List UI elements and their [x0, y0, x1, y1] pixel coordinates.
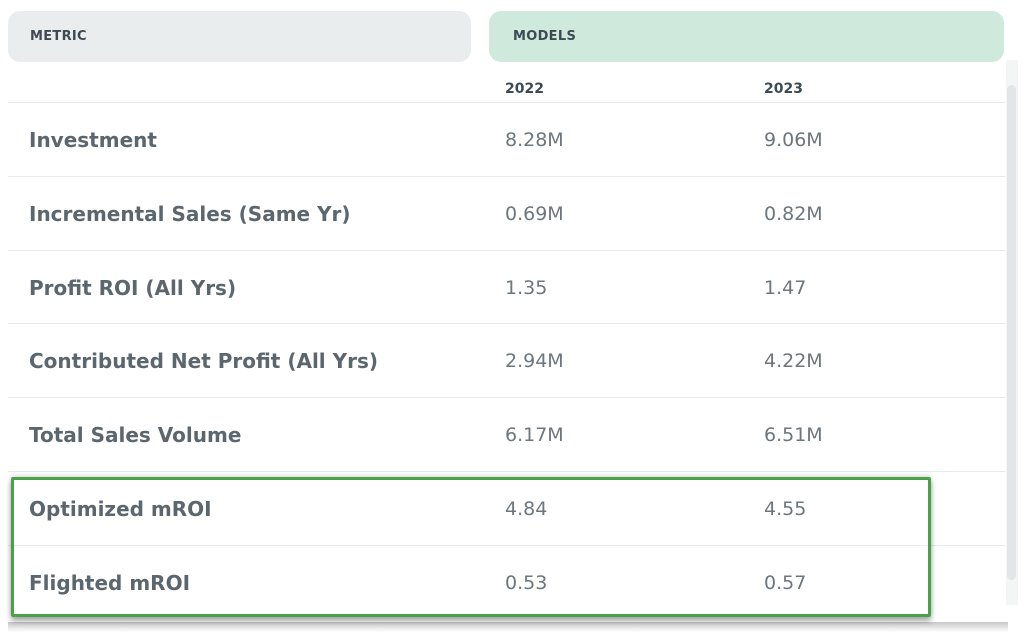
row-value-2022: 6.17M — [505, 423, 564, 446]
row-metric-label: Flighted mROI — [29, 570, 191, 595]
table-row: Flighted mROI 0.53 0.57 — [8, 545, 1005, 619]
row-metric-label: Optimized mROI — [29, 496, 212, 521]
table-row: Investment 8.28M 9.06M — [8, 102, 1005, 176]
metrics-table: METRIC MODELS 2022 2023 Investment 8.28M… — [0, 0, 1024, 638]
row-metric-label: Profit ROI (All Yrs) — [29, 275, 237, 300]
row-value-2023: 4.55 — [764, 497, 807, 520]
row-metric-label: Investment — [29, 127, 157, 152]
models-header-label: MODELS — [513, 29, 577, 44]
year-header-2022: 2022 — [505, 81, 544, 97]
row-value-2022: 2.94M — [505, 349, 564, 372]
row-metric-label: Contributed Net Profit (All Yrs) — [29, 348, 379, 373]
models-column-header[interactable]: MODELS — [489, 11, 1004, 62]
year-header-2023: 2023 — [764, 81, 803, 97]
vertical-scrollbar-thumb[interactable] — [1007, 85, 1016, 580]
row-value-2023: 6.51M — [764, 423, 823, 446]
row-value-2023: 1.47 — [764, 276, 807, 299]
row-value-2022: 1.35 — [505, 276, 548, 299]
table-row: Incremental Sales (Same Yr) 0.69M 0.82M — [8, 176, 1005, 250]
row-value-2023: 0.57 — [764, 571, 807, 594]
table-row: Contributed Net Profit (All Yrs) 2.94M 4… — [8, 323, 1005, 397]
table-row: Profit ROI (All Yrs) 1.35 1.47 — [8, 250, 1005, 324]
row-value-2022: 0.53 — [505, 571, 548, 594]
row-value-2022: 4.84 — [505, 497, 548, 520]
table-row: Optimized mROI 4.84 4.55 — [8, 471, 1005, 545]
metric-column-header[interactable]: METRIC — [8, 11, 471, 62]
bottom-edge-shadow — [8, 622, 1008, 632]
row-value-2022: 8.28M — [505, 128, 564, 151]
row-value-2023: 4.22M — [764, 349, 823, 372]
table-row: Total Sales Volume 6.17M 6.51M — [8, 397, 1005, 471]
row-metric-label: Incremental Sales (Same Yr) — [29, 201, 351, 226]
row-value-2023: 9.06M — [764, 128, 823, 151]
metric-header-label: METRIC — [30, 29, 87, 44]
row-value-2023: 0.82M — [764, 202, 823, 225]
row-value-2022: 0.69M — [505, 202, 564, 225]
row-metric-label: Total Sales Volume — [29, 422, 242, 447]
